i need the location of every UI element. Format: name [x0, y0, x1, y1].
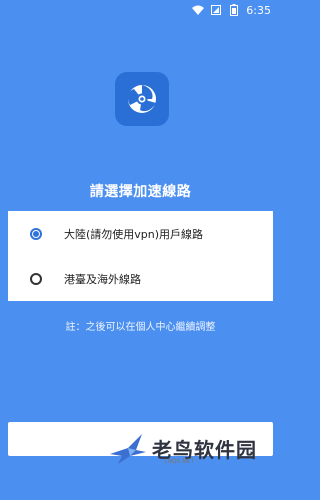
wifi-icon: [192, 4, 205, 16]
bird-logo-icon: [110, 434, 146, 464]
status-time: 6:35: [246, 3, 271, 17]
watermark: 老鸟软件园 LNQS.NET: [108, 426, 278, 470]
signal-icon: [210, 4, 222, 16]
page-title: 請選擇加速線路: [89, 184, 192, 200]
app-logo: [115, 72, 169, 126]
note-text: 註：之後可以在個人中心繼續調整: [65, 322, 216, 333]
radio-unselected-icon[interactable]: [30, 272, 42, 285]
route-option-mainland[interactable]: 大陸(請勿使用vpn)用戶線路: [8, 211, 273, 256]
status-bar: 6:35: [0, 0, 281, 20]
battery-icon: [228, 4, 240, 16]
route-label: 大陸(請勿使用vpn)用戶線路: [64, 227, 204, 241]
radio-selected-icon[interactable]: [30, 227, 42, 240]
route-option-overseas[interactable]: 港臺及海外線路: [8, 256, 273, 301]
route-label: 港臺及海外線路: [64, 272, 141, 286]
watermark-subtext: LNQS.NET: [164, 458, 195, 465]
app-logo-icon: [127, 85, 156, 113]
route-card: 大陸(請勿使用vpn)用戶線路 港臺及海外線路: [8, 211, 273, 301]
